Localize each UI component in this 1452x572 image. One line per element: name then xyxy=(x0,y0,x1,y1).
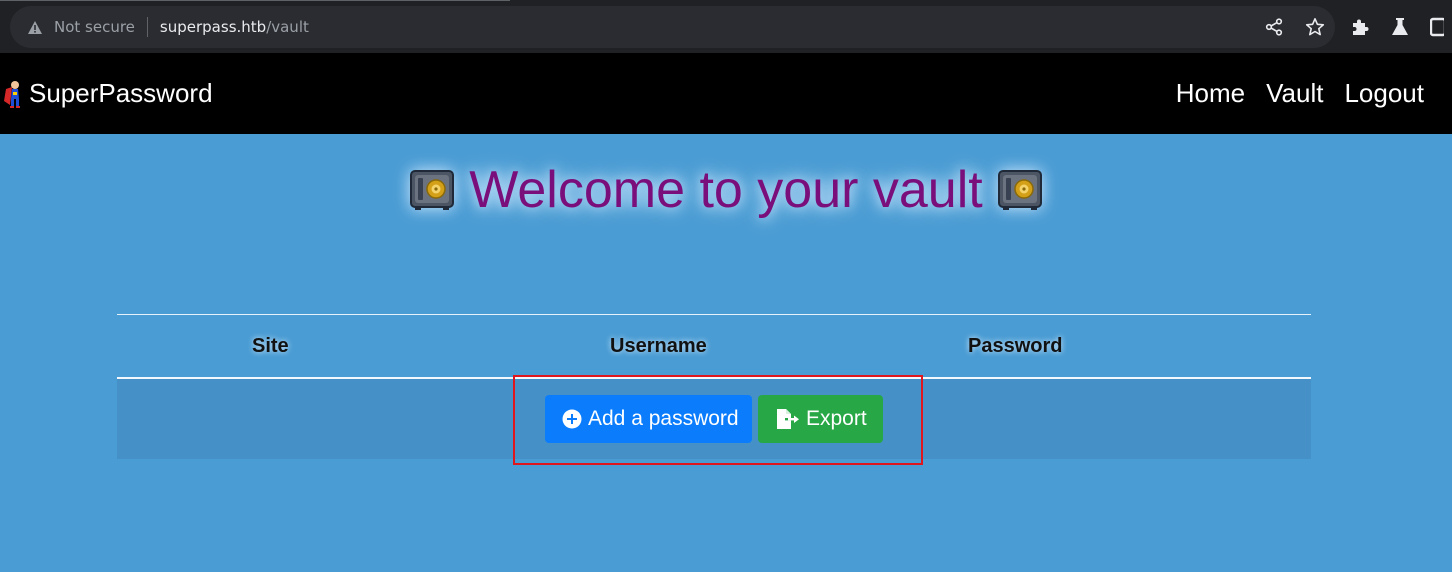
tab-strip-edge xyxy=(0,0,510,1)
warning-icon[interactable] xyxy=(26,18,44,36)
labs-icon[interactable] xyxy=(1390,17,1410,37)
url-host[interactable]: superpass.htb xyxy=(160,18,266,36)
nav-links: Home Vault Logout xyxy=(1176,53,1424,134)
nav-vault-link[interactable]: Vault xyxy=(1266,78,1323,109)
column-header-username: Username xyxy=(610,335,707,357)
extensions-icon[interactable] xyxy=(1350,17,1370,37)
safe-icon xyxy=(409,168,455,212)
column-header-site: Site xyxy=(252,335,289,357)
star-icon[interactable] xyxy=(1305,17,1325,37)
address-divider xyxy=(146,17,148,37)
safe-icon xyxy=(997,168,1043,212)
table-header-row: Site Username Password xyxy=(117,315,1311,377)
brand[interactable]: SuperPassword xyxy=(0,53,213,134)
highlight-annotation xyxy=(513,375,923,465)
superhero-logo-icon xyxy=(2,79,24,109)
browser-toolbar: Not secure superpass.htb/vault xyxy=(0,0,1452,53)
share-icon[interactable] xyxy=(1265,18,1283,36)
nav-home-link[interactable]: Home xyxy=(1176,78,1245,109)
url-path[interactable]: /vault xyxy=(266,18,309,36)
security-label[interactable]: Not secure xyxy=(54,18,135,36)
site-navbar: SuperPassword Home Vault Logout xyxy=(0,53,1452,134)
nav-logout-link[interactable]: Logout xyxy=(1344,78,1424,109)
page-heading: Welcome to your vault xyxy=(0,160,1452,220)
profile-window-icon[interactable] xyxy=(1430,17,1444,37)
address-bar[interactable]: Not secure superpass.htb/vault xyxy=(10,6,1335,48)
brand-name[interactable]: SuperPassword xyxy=(29,78,213,109)
column-header-password: Password xyxy=(968,335,1063,357)
page-title: Welcome to your vault xyxy=(469,161,983,219)
